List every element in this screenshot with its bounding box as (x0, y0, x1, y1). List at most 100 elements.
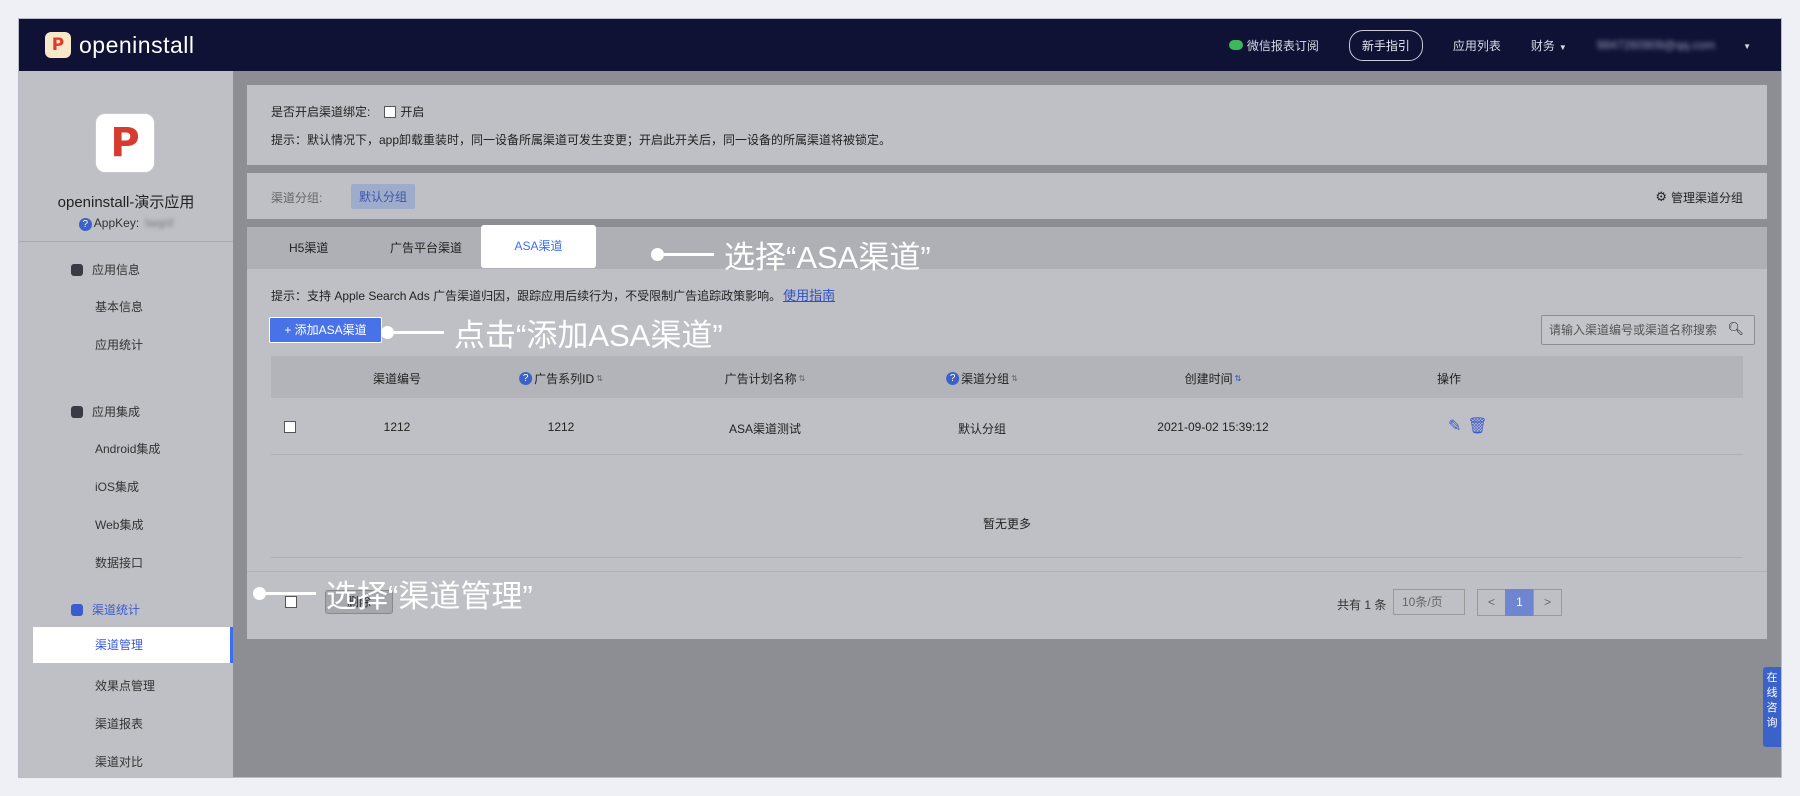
annotation-line (266, 592, 316, 595)
guide-link[interactable]: 使用指南 (783, 288, 835, 303)
sidebar-section-app-info[interactable]: 应用信息 (71, 261, 140, 278)
sidebar-section-label: 应用信息 (92, 263, 141, 277)
sidebar-item-web[interactable]: Web集成 (95, 516, 143, 533)
search-placeholder: 请输入渠道编号或渠道名称搜索 (1549, 323, 1718, 337)
cell-plan-name: ASA渠道测试 (728, 422, 802, 436)
sidebar-item-basic-info[interactable]: 基本信息 (95, 298, 143, 315)
binding-question: 是否开启渠道绑定: (271, 105, 371, 119)
page-size-value: 10条/页 (1402, 595, 1443, 609)
guide-button[interactable]: 新手指引 (1348, 29, 1423, 61)
column-header[interactable]: 广告计划名称 ⇅ (725, 370, 806, 387)
column-header[interactable]: 创建时间 ⇅ (1185, 370, 1242, 387)
app-window: P openinstall 微信报表订阅 新手指引 应用列表 财务 ▼ 98472… (18, 18, 1782, 778)
tab-h5[interactable]: H5渠道 (289, 227, 328, 269)
channel-tabs: H5渠道 广告平台渠道 ASA渠道 (247, 225, 1767, 269)
pagination: < 1 > (1477, 589, 1562, 616)
gear-icon: ⚙ (1655, 190, 1667, 205)
logo-text: openinstall (79, 31, 195, 58)
help-icon[interactable]: ? (519, 372, 533, 385)
app-icon: P (95, 113, 155, 173)
search-input[interactable]: 请输入渠道编号或渠道名称搜索 🔍︎ (1541, 315, 1755, 345)
finance-label: 财务 (1530, 38, 1555, 53)
sidebar-section-channel-stats[interactable]: 渠道统计 (71, 601, 140, 618)
cell-campaign-id: 1212 (547, 420, 575, 434)
cell-channel-id: 1212 (383, 420, 411, 434)
annotation-dot (381, 326, 394, 339)
help-icon[interactable]: ? (78, 218, 92, 231)
page-number[interactable]: 1 (1505, 589, 1534, 616)
annotation-menu: 选择“渠道管理” (253, 571, 533, 616)
top-navbar: P openinstall 微信报表订阅 新手指引 应用列表 财务 ▼ 98472… (19, 19, 1781, 71)
chevron-down-icon: ▼ (1558, 42, 1567, 52)
sidebar-item-channel-report[interactable]: 渠道报表 (95, 715, 143, 732)
manage-groups-button[interactable]: ⚙ 管理渠道分组 (1655, 189, 1743, 206)
cell-created: 2021-09-02 15:39:12 (1157, 420, 1269, 434)
sort-icon[interactable]: ⇅ (1235, 374, 1242, 383)
sidebar-item-effect-points[interactable]: 效果点管理 (95, 677, 155, 694)
main-content: 是否开启渠道绑定: 开启 提示：默认情况下，app卸载重装时，同一设备所属渠道可… (233, 71, 1781, 777)
row-checkbox[interactable] (284, 421, 296, 433)
binding-hint: 提示：默认情况下，app卸载重装时，同一设备所属渠道可发生变更；开启此开关后，同… (271, 133, 892, 147)
logo[interactable]: P openinstall (45, 32, 194, 59)
page-size-select[interactable]: 10条/页 (1393, 589, 1465, 615)
add-asa-channel-button[interactable]: + 添加ASA渠道 (269, 317, 382, 343)
annotation-dot (651, 248, 664, 261)
sidebar: P openinstall-演示应用 ? AppKey: lwqnf 应用信息 基本… (19, 71, 233, 777)
sidebar-divider (19, 241, 233, 242)
bar-chart-icon (71, 603, 83, 616)
appkey-value: lwqnf (145, 216, 174, 230)
app-name: openinstall-演示应用 (57, 194, 195, 211)
annotation-line (664, 253, 714, 256)
annotation-line (394, 331, 444, 334)
sidebar-item-channel-management[interactable]: 渠道管理 (33, 627, 233, 663)
online-help-widget[interactable]: 在线咨询 (1763, 667, 1781, 747)
table-row: 1212 1212 ASA渠道测试 默认分组 2021-09-02 15:39:… (271, 399, 1743, 455)
next-page-button[interactable]: > (1533, 589, 1562, 616)
sort-icon[interactable]: ⇅ (1011, 374, 1018, 383)
sidebar-section-label: 渠道统计 (92, 603, 141, 617)
no-more-text: 暂无更多 (982, 517, 1031, 531)
sidebar-item-app-stats[interactable]: 应用统计 (95, 336, 143, 353)
annotation-add: 点击“添加ASA渠道” (381, 310, 723, 355)
annotation-dot (253, 587, 266, 600)
sort-icon[interactable]: ⇅ (596, 374, 603, 383)
wechat-report-link[interactable]: 微信报表订阅 (1228, 37, 1319, 54)
sidebar-item-data-api[interactable]: 数据接口 (95, 554, 143, 571)
trash-icon[interactable]: 🗑︎ (1467, 416, 1487, 435)
tab-asa[interactable]: ASA渠道 (481, 225, 596, 268)
finance-menu[interactable]: 财务 ▼ (1531, 37, 1567, 54)
row-actions: ✎ 🗑︎ (1448, 416, 1494, 435)
account-menu[interactable]: 9847260909@qq.com ▼ (1597, 38, 1751, 52)
binding-checkbox[interactable] (384, 105, 397, 118)
sidebar-item-android[interactable]: Android集成 (95, 440, 160, 457)
total-count: 共有 1 条 (1337, 598, 1387, 612)
channel-binding-panel: 是否开启渠道绑定: 开启 提示：默认情况下，app卸载重装时，同一设备所属渠道可… (247, 85, 1767, 165)
search-icon[interactable]: 🔍︎ (1727, 316, 1744, 344)
sidebar-section-integration[interactable]: 应用集成 (71, 403, 140, 420)
column-header[interactable]: ? 渠道分组 ⇅ (946, 370, 1018, 387)
help-icon[interactable]: ? (946, 372, 960, 385)
group-tag[interactable]: 默认分组 (351, 184, 416, 209)
grid-icon (71, 263, 83, 276)
account-email: 9847260909@qq.com (1596, 38, 1716, 52)
sidebar-section-label: 应用集成 (92, 405, 141, 419)
online-help-label: 在线咨询 (1766, 672, 1778, 729)
sidebar-item-channel-compare[interactable]: 渠道对比 (95, 753, 143, 770)
chevron-down-icon: ▼ (1743, 42, 1751, 51)
annotation-text: 选择“渠道管理” (326, 579, 533, 614)
appkey: ? AppKey: lwqnf (19, 216, 233, 231)
sidebar-item-ios[interactable]: iOS集成 (95, 478, 139, 495)
annotation-text: 点击“添加ASA渠道” (454, 318, 723, 353)
wechat-icon (1228, 40, 1243, 50)
tab-ad-platform[interactable]: 广告平台渠道 (390, 227, 462, 269)
edit-icon[interactable]: ✎ (1448, 416, 1461, 435)
code-icon (71, 405, 83, 418)
binding-enable-label: 开启 (400, 105, 425, 119)
cell-group: 默认分组 (957, 422, 1007, 436)
annotation-tab: 选择“ASA渠道” (651, 232, 931, 277)
sort-icon[interactable]: ⇅ (799, 374, 806, 383)
channel-group-panel: 渠道分组: 默认分组 ⚙ 管理渠道分组 (247, 173, 1767, 219)
column-header[interactable]: ? 广告系列ID ⇅ (519, 370, 603, 387)
prev-page-button[interactable]: < (1477, 589, 1506, 616)
app-list-link[interactable]: 应用列表 (1453, 37, 1501, 54)
